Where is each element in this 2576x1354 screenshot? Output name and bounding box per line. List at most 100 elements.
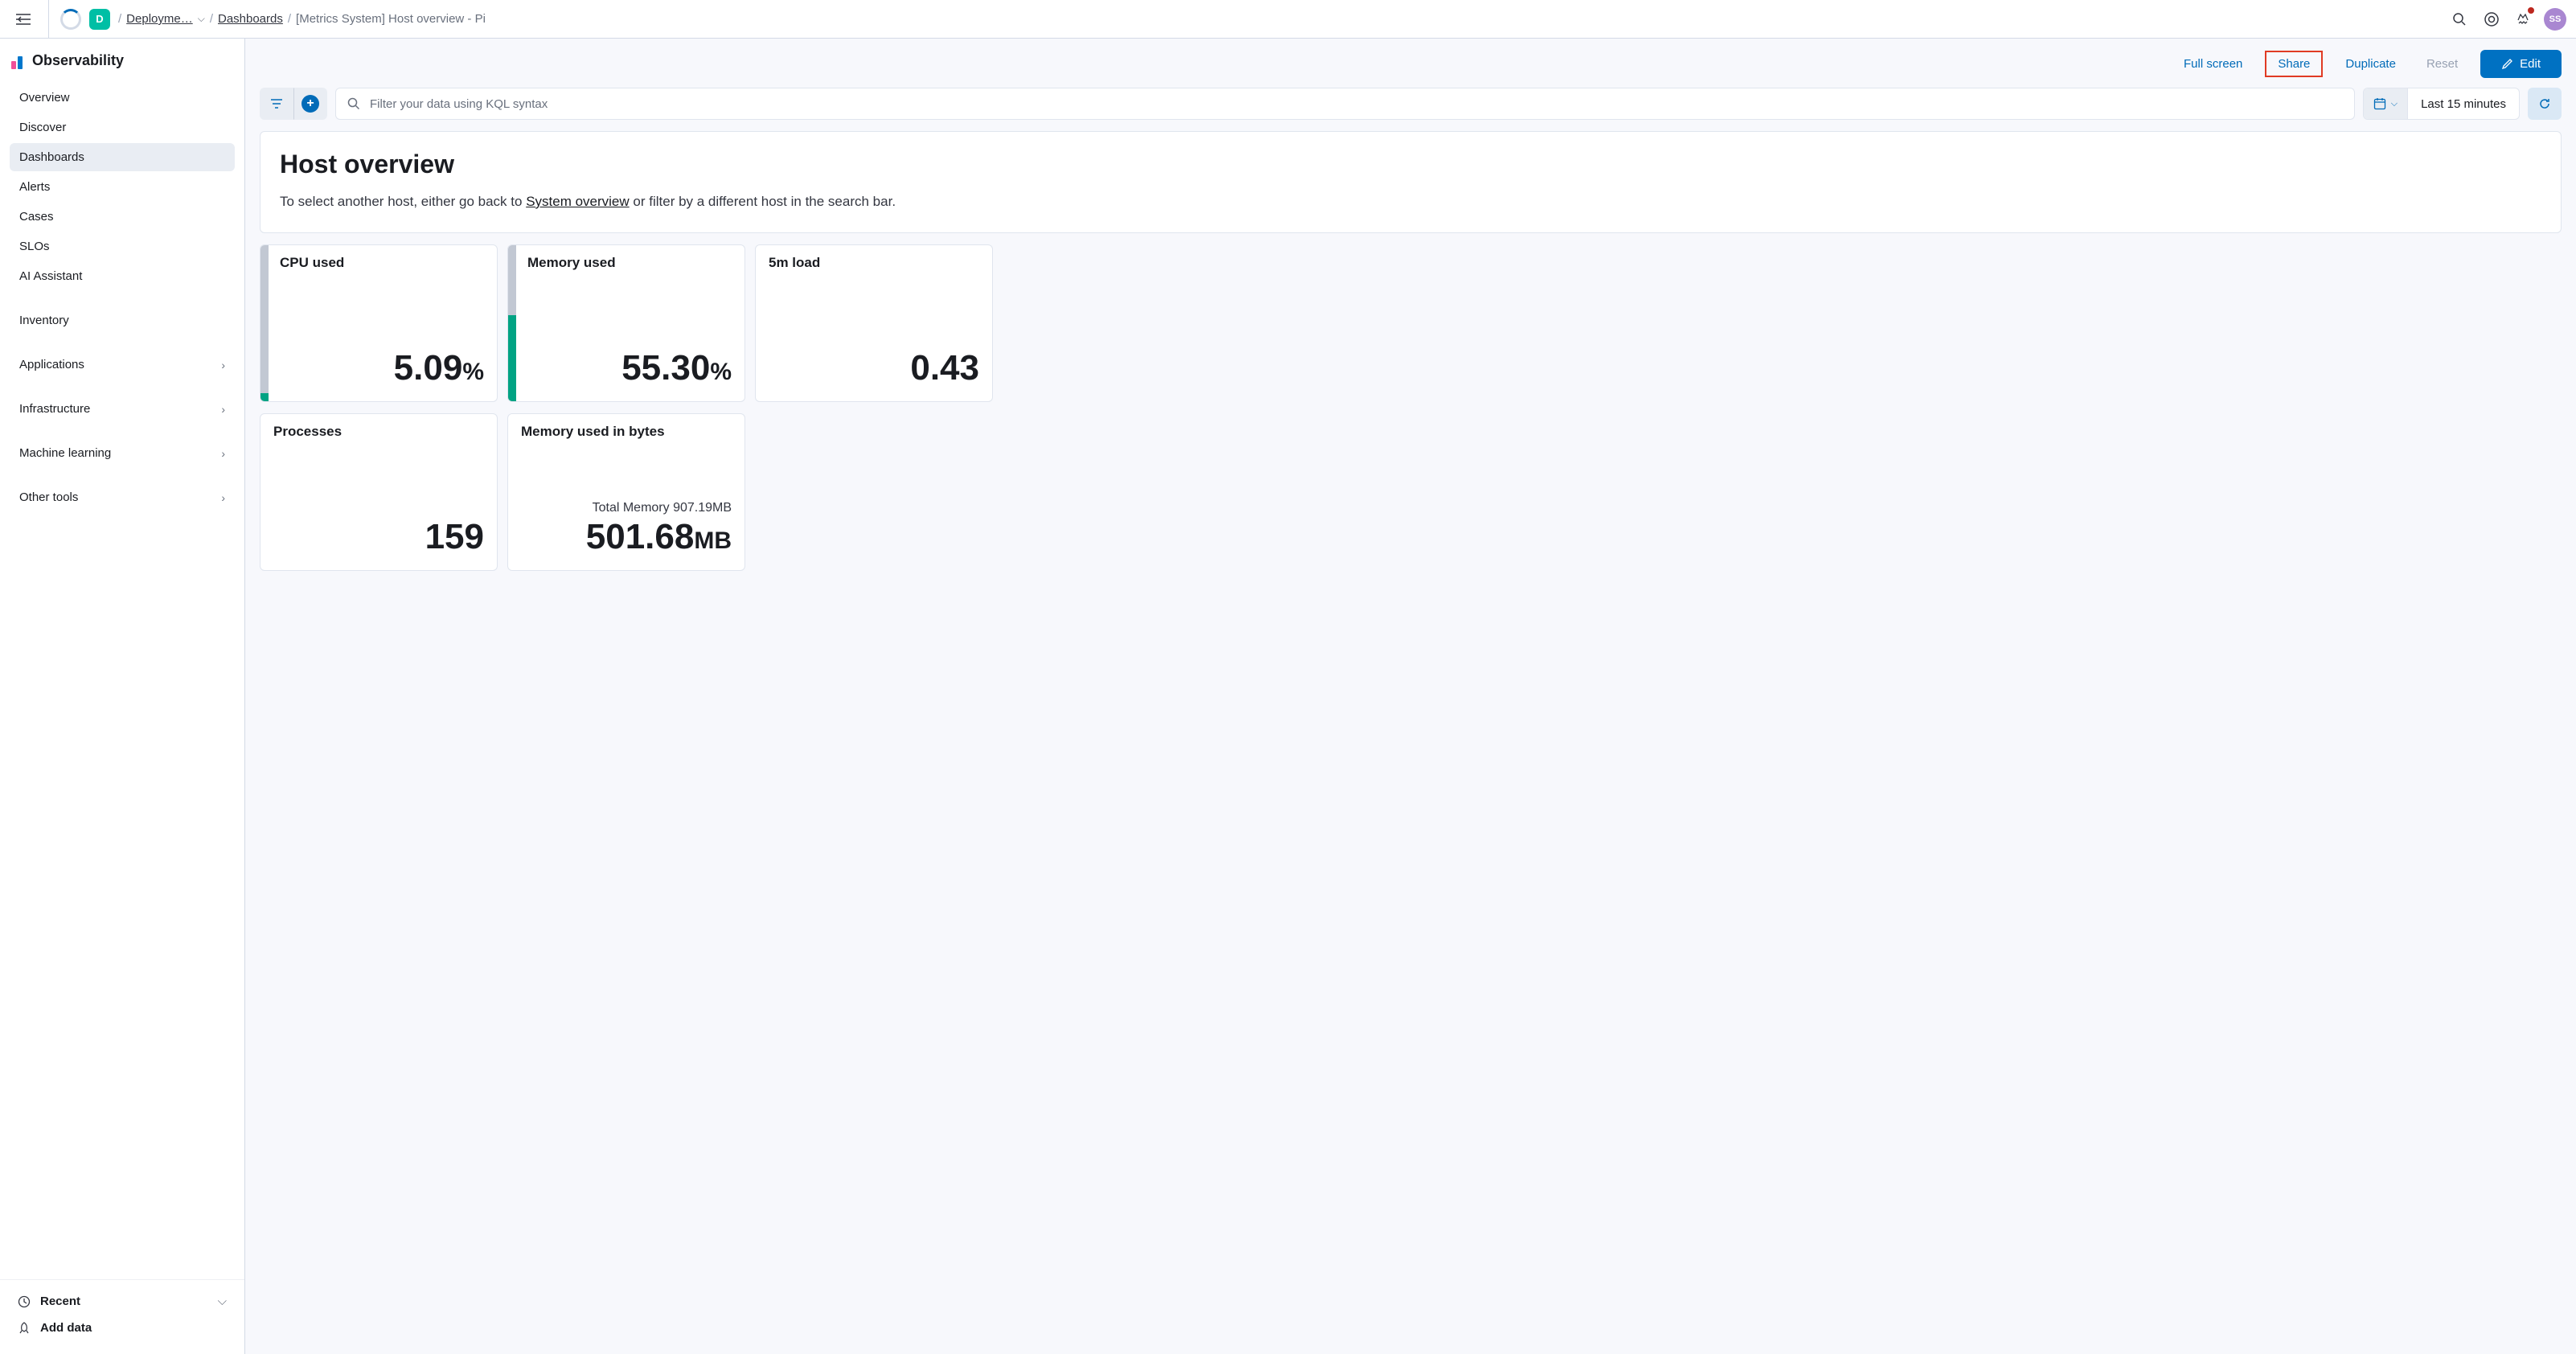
sidebar-item-label: Inventory	[19, 314, 69, 327]
top-header: D / Deployme… ⌵ / Dashboards / [Metrics …	[0, 0, 2576, 39]
user-avatar[interactable]: SS	[2544, 8, 2566, 31]
full-screen-button[interactable]: Full screen	[2176, 52, 2250, 76]
sidebar-nav: Overview Discover Dashboards Alerts Cases SLO…	[0, 80, 244, 1279]
breadcrumb: / Deployme… ⌵ / Dashboards / [Metrics Sy…	[118, 12, 486, 26]
refresh-icon	[2538, 97, 2551, 110]
breadcrumb-separator: /	[118, 12, 121, 26]
sidebar-item-label: Other tools	[19, 490, 78, 504]
sidebar-item-cases[interactable]: Cases	[10, 203, 235, 231]
clock-icon	[18, 1295, 31, 1308]
intro-panel: Host overview To select another host, ei…	[260, 131, 2562, 233]
breadcrumb-current: [Metrics System] Host overview - Pi	[296, 12, 486, 26]
chevron-down-icon[interactable]: ⌵	[198, 13, 205, 25]
sidebar-item-label: Overview	[19, 91, 70, 105]
gauge-track	[260, 245, 269, 401]
duplicate-button[interactable]: Duplicate	[2337, 52, 2404, 76]
sidebar-recent[interactable]: Recent ⌵	[11, 1288, 233, 1315]
filter-options-button[interactable]	[260, 88, 293, 120]
chevron-right-icon: ›	[221, 403, 225, 416]
chevron-down-icon: ⌵	[218, 1295, 227, 1308]
metric-card-5m-load[interactable]: 5m load 0.43	[755, 244, 993, 402]
sidebar-item-label: AI Assistant	[19, 269, 82, 283]
refresh-button[interactable]	[2528, 88, 2562, 120]
reset-button: Reset	[2418, 52, 2466, 76]
search-icon	[347, 97, 360, 110]
dashboard-actions: Full screen Share Duplicate Reset Edit	[245, 39, 2576, 84]
help-button[interactable]	[2480, 7, 2504, 31]
sidebar-item-applications[interactable]: Applications ›	[10, 351, 235, 379]
filter-bar: + ⌵ Last 15 minutes	[245, 84, 2576, 131]
metric-card-memory-used[interactable]: Memory used 55.30%	[507, 244, 745, 402]
breadcrumb-separator: /	[288, 12, 291, 26]
add-filter-button[interactable]: +	[293, 88, 327, 120]
edit-button[interactable]: Edit	[2480, 50, 2562, 78]
sidebar-item-label: Applications	[19, 358, 84, 371]
add-data-label: Add data	[40, 1321, 92, 1335]
breadcrumb-deployment[interactable]: Deployme…	[126, 12, 193, 26]
page-title: Host overview	[280, 150, 2541, 179]
metric-value: 501.68MB	[521, 517, 732, 557]
gauge-fill	[508, 315, 516, 401]
sidebar-title: Observability	[32, 52, 124, 69]
query-input-wrapper[interactable]	[335, 88, 2355, 120]
nav-collapse-button[interactable]	[10, 10, 37, 28]
loading-spinner-icon	[60, 9, 81, 30]
metric-value: 55.30%	[527, 348, 732, 388]
sidebar-item-other-tools[interactable]: Other tools ›	[10, 483, 235, 511]
metric-row-1: CPU used 5.09% Memory used 55.30% 5m load 0.4…	[260, 244, 2562, 402]
metric-row-2: Processes 159 Memory used in bytesTotal Me…	[260, 413, 2562, 571]
metric-card-cpu-used[interactable]: CPU used 5.09%	[260, 244, 498, 402]
calendar-toggle[interactable]: ⌵	[2364, 88, 2408, 119]
metric-subtitle: Total Memory 907.19MB	[521, 501, 732, 515]
system-overview-link[interactable]: System overview	[526, 194, 629, 209]
newsfeed-button[interactable]	[2512, 7, 2536, 31]
metric-card-memory-used-in-bytes[interactable]: Memory used in bytesTotal Memory 907.19M…	[507, 413, 745, 571]
share-button[interactable]: Share	[2265, 51, 2323, 77]
metric-value: 5.09%	[280, 348, 484, 388]
metric-title: Processes	[273, 424, 484, 440]
sidebar-item-ai-assistant[interactable]: AI Assistant	[10, 262, 235, 290]
breadcrumb-dashboards[interactable]: Dashboards	[218, 12, 283, 26]
sidebar-item-alerts[interactable]: Alerts	[10, 173, 235, 201]
observability-logo-icon	[11, 51, 23, 69]
query-input[interactable]	[370, 97, 2343, 111]
sidebar-header[interactable]: Observability	[0, 39, 244, 80]
sidebar-item-overview[interactable]: Overview	[10, 84, 235, 112]
pencil-icon	[2501, 58, 2513, 70]
sidebar-item-label: Discover	[19, 121, 66, 134]
space-selector[interactable]: D	[89, 9, 110, 30]
sidebar-item-inventory[interactable]: Inventory	[10, 306, 235, 334]
sidebar-item-machine-learning[interactable]: Machine learning›	[10, 439, 235, 467]
chevron-right-icon: ›	[221, 491, 225, 504]
sidebar: Observability Overview Discover Dashboards…	[0, 39, 245, 1354]
recent-label: Recent	[40, 1295, 80, 1308]
metric-value: 0.43	[769, 348, 979, 388]
metric-title: 5m load	[769, 255, 979, 271]
sidebar-item-slos[interactable]: SLOs	[10, 232, 235, 261]
rocket-icon	[18, 1322, 31, 1335]
metric-title: Memory used	[527, 255, 732, 271]
chevron-right-icon: ›	[221, 359, 225, 371]
calendar-icon	[2373, 97, 2386, 110]
sidebar-footer: Recent ⌵ Add data	[0, 1279, 244, 1354]
metric-title: CPU used	[280, 255, 484, 271]
sidebar-item-label: Dashboards	[19, 150, 84, 164]
metric-card-processes[interactable]: Processes 159	[260, 413, 498, 571]
divider	[48, 0, 49, 39]
edit-label: Edit	[2520, 57, 2541, 71]
metric-value: 159	[273, 517, 484, 557]
sidebar-item-label: Alerts	[19, 180, 50, 194]
sidebar-item-label: Infrastructure	[19, 402, 90, 416]
sidebar-item-label: SLOs	[19, 240, 50, 253]
sidebar-item-discover[interactable]: Discover	[10, 113, 235, 142]
sidebar-item-dashboards[interactable]: Dashboards	[10, 143, 235, 171]
time-range-label[interactable]: Last 15 minutes	[2408, 88, 2519, 119]
notification-dot-icon	[2528, 7, 2534, 14]
sidebar-add-data[interactable]: Add data	[11, 1315, 233, 1341]
time-picker[interactable]: ⌵ Last 15 minutes	[2363, 88, 2520, 120]
plus-circle-icon: +	[301, 95, 319, 113]
sidebar-item-infrastructure[interactable]: Infrastructure ›	[10, 395, 235, 423]
gauge-fill	[260, 393, 269, 401]
search-button[interactable]	[2447, 7, 2471, 31]
chevron-right-icon: ›	[221, 447, 225, 460]
